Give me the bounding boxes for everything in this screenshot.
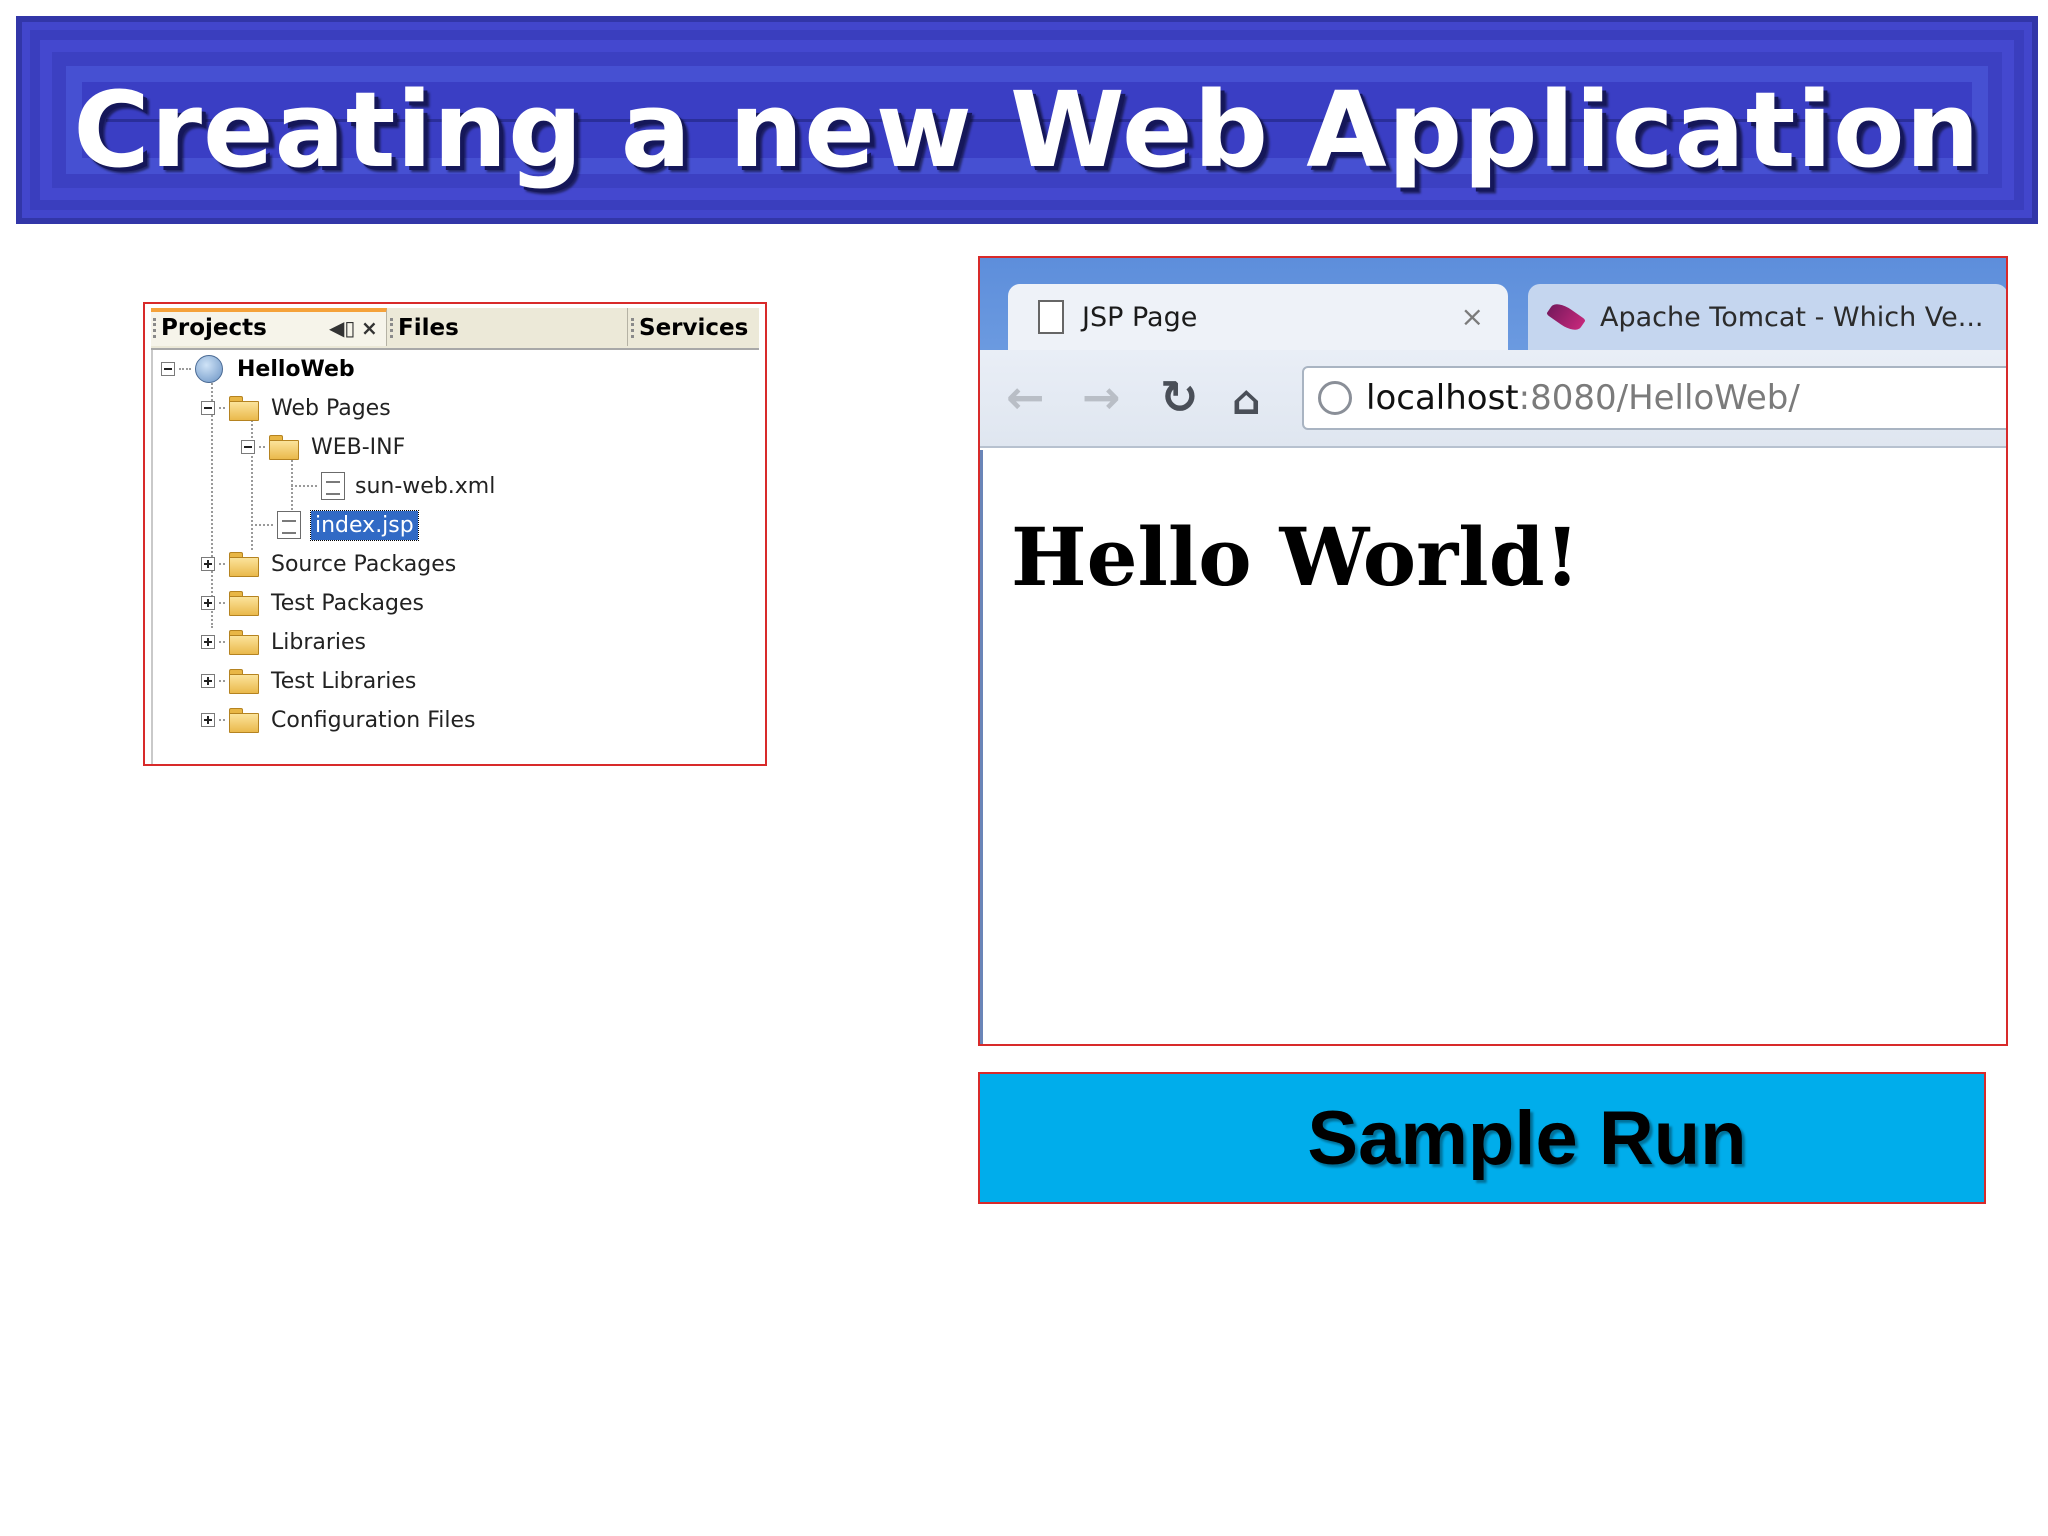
slide: Creating a new Web Application Projects … bbox=[0, 0, 2048, 1536]
tree-item-index-jsp[interactable]: index.jsp bbox=[251, 508, 419, 542]
browser-tab-apache-tomcat[interactable]: Apache Tomcat - Which Ve... bbox=[1528, 284, 2006, 350]
tree-item-label: index.jsp bbox=[310, 509, 419, 541]
tree-item-configuration-files[interactable]: Configuration Files bbox=[201, 703, 475, 737]
tree-item-label: HelloWeb bbox=[237, 356, 355, 382]
globe-icon bbox=[1318, 381, 1352, 415]
browser-toolbar: ← → ↻ ⌂ localhost:8080/HelloWeb/ bbox=[980, 350, 2006, 448]
folder-icon bbox=[229, 396, 259, 421]
tree-item-label: sun-web.xml bbox=[355, 473, 496, 499]
url-path: :8080/HelloWeb/ bbox=[1518, 378, 1800, 418]
tree-connector bbox=[219, 602, 225, 604]
browser-window: JSP Page × Apache Tomcat - Which Ve... ←… bbox=[978, 256, 2008, 1046]
page-heading: Hello World! bbox=[1011, 510, 1580, 604]
close-icon[interactable]: × bbox=[1461, 300, 1484, 333]
browser-tab-title: Apache Tomcat - Which Ve... bbox=[1600, 301, 1984, 333]
tree-connector bbox=[259, 446, 265, 448]
tree-item-libraries[interactable]: Libraries bbox=[201, 625, 366, 659]
folder-icon bbox=[269, 435, 299, 460]
browser-tab-title: JSP Page bbox=[1082, 301, 1198, 333]
close-icon[interactable]: × bbox=[361, 312, 378, 344]
folder-icon bbox=[229, 552, 259, 577]
tree-connector bbox=[219, 641, 225, 643]
tab-services-label: Services bbox=[639, 315, 749, 341]
jsp-file-icon bbox=[277, 511, 301, 539]
tree-item-label: Configuration Files bbox=[271, 707, 476, 733]
slide-title: Creating a new Web Application bbox=[73, 69, 1981, 191]
tree-item-web-pages[interactable]: Web Pages bbox=[201, 391, 391, 425]
expand-icon[interactable] bbox=[201, 596, 215, 610]
reload-icon[interactable]: ↻ bbox=[1160, 372, 1199, 422]
tree-connector bbox=[219, 719, 225, 721]
grip-icon bbox=[631, 318, 637, 338]
tab-projects[interactable]: Projects ◀▯ × bbox=[151, 308, 387, 346]
tree-item-label: Test Packages bbox=[271, 590, 424, 616]
tree-item-label: Libraries bbox=[271, 629, 367, 655]
tree-border bbox=[151, 350, 153, 764]
forward-arrow-icon[interactable]: → bbox=[1082, 372, 1121, 422]
tree-item-label: Test Libraries bbox=[271, 668, 417, 694]
expand-icon[interactable] bbox=[201, 713, 215, 727]
feather-icon bbox=[1546, 299, 1586, 335]
grip-icon bbox=[390, 318, 396, 338]
tree-item-test-packages[interactable]: Test Packages bbox=[201, 586, 424, 620]
collapse-icon[interactable] bbox=[161, 362, 175, 376]
tree-item-web-inf[interactable]: WEB-INF bbox=[241, 430, 405, 464]
web-project-icon bbox=[195, 355, 223, 383]
browser-tab-jsp-page[interactable]: JSP Page × bbox=[1008, 284, 1508, 350]
tree-connector bbox=[219, 563, 225, 565]
tab-services[interactable]: Services bbox=[629, 308, 759, 346]
browser-chrome: JSP Page × Apache Tomcat - Which Ve... ←… bbox=[980, 258, 2006, 448]
tree-connector bbox=[219, 680, 225, 682]
caption-label: Sample Run bbox=[1307, 1095, 1747, 1181]
tab-files[interactable]: Files bbox=[388, 308, 628, 346]
folder-icon bbox=[229, 630, 259, 655]
folder-icon bbox=[229, 708, 259, 733]
collapse-icon[interactable] bbox=[241, 440, 255, 454]
tree-connector bbox=[251, 524, 273, 526]
tree-connector bbox=[219, 407, 225, 409]
back-arrow-icon[interactable]: ← bbox=[1006, 372, 1045, 422]
xml-file-icon bbox=[321, 472, 345, 500]
projects-panel: Projects ◀▯ × Files Services HelloWeb We… bbox=[143, 302, 767, 766]
sample-run-caption: Sample Run bbox=[978, 1072, 1986, 1204]
title-banner: Creating a new Web Application bbox=[16, 16, 2038, 224]
minimize-window-icon[interactable]: ◀▯ bbox=[329, 312, 355, 344]
folder-icon bbox=[229, 591, 259, 616]
expand-icon[interactable] bbox=[201, 557, 215, 571]
tree-item-source-packages[interactable]: Source Packages bbox=[201, 547, 456, 581]
tree-item-sun-web-xml[interactable]: sun-web.xml bbox=[291, 469, 495, 503]
url-host: localhost bbox=[1366, 378, 1519, 418]
folder-icon bbox=[229, 669, 259, 694]
tree-connector bbox=[179, 368, 191, 370]
tab-files-label: Files bbox=[398, 315, 459, 341]
address-bar[interactable]: localhost:8080/HelloWeb/ bbox=[1302, 366, 2006, 430]
tree-connector bbox=[291, 485, 317, 487]
collapse-icon[interactable] bbox=[201, 401, 215, 415]
tree-item-label: Web Pages bbox=[271, 395, 391, 421]
expand-icon[interactable] bbox=[201, 635, 215, 649]
tab-projects-label: Projects bbox=[161, 315, 267, 341]
expand-icon[interactable] bbox=[201, 674, 215, 688]
tree-item-label: WEB-INF bbox=[311, 434, 406, 460]
tree-item-test-libraries[interactable]: Test Libraries bbox=[201, 664, 416, 698]
home-icon[interactable]: ⌂ bbox=[1232, 376, 1261, 426]
panel-tabbar: Projects ◀▯ × Files Services bbox=[151, 308, 759, 350]
tree-item-helloweb[interactable]: HelloWeb bbox=[161, 352, 355, 386]
page-content: Hello World! bbox=[980, 450, 2006, 1044]
grip-icon bbox=[153, 318, 159, 338]
page-icon bbox=[1038, 300, 1064, 334]
tree-item-label: Source Packages bbox=[271, 551, 457, 577]
